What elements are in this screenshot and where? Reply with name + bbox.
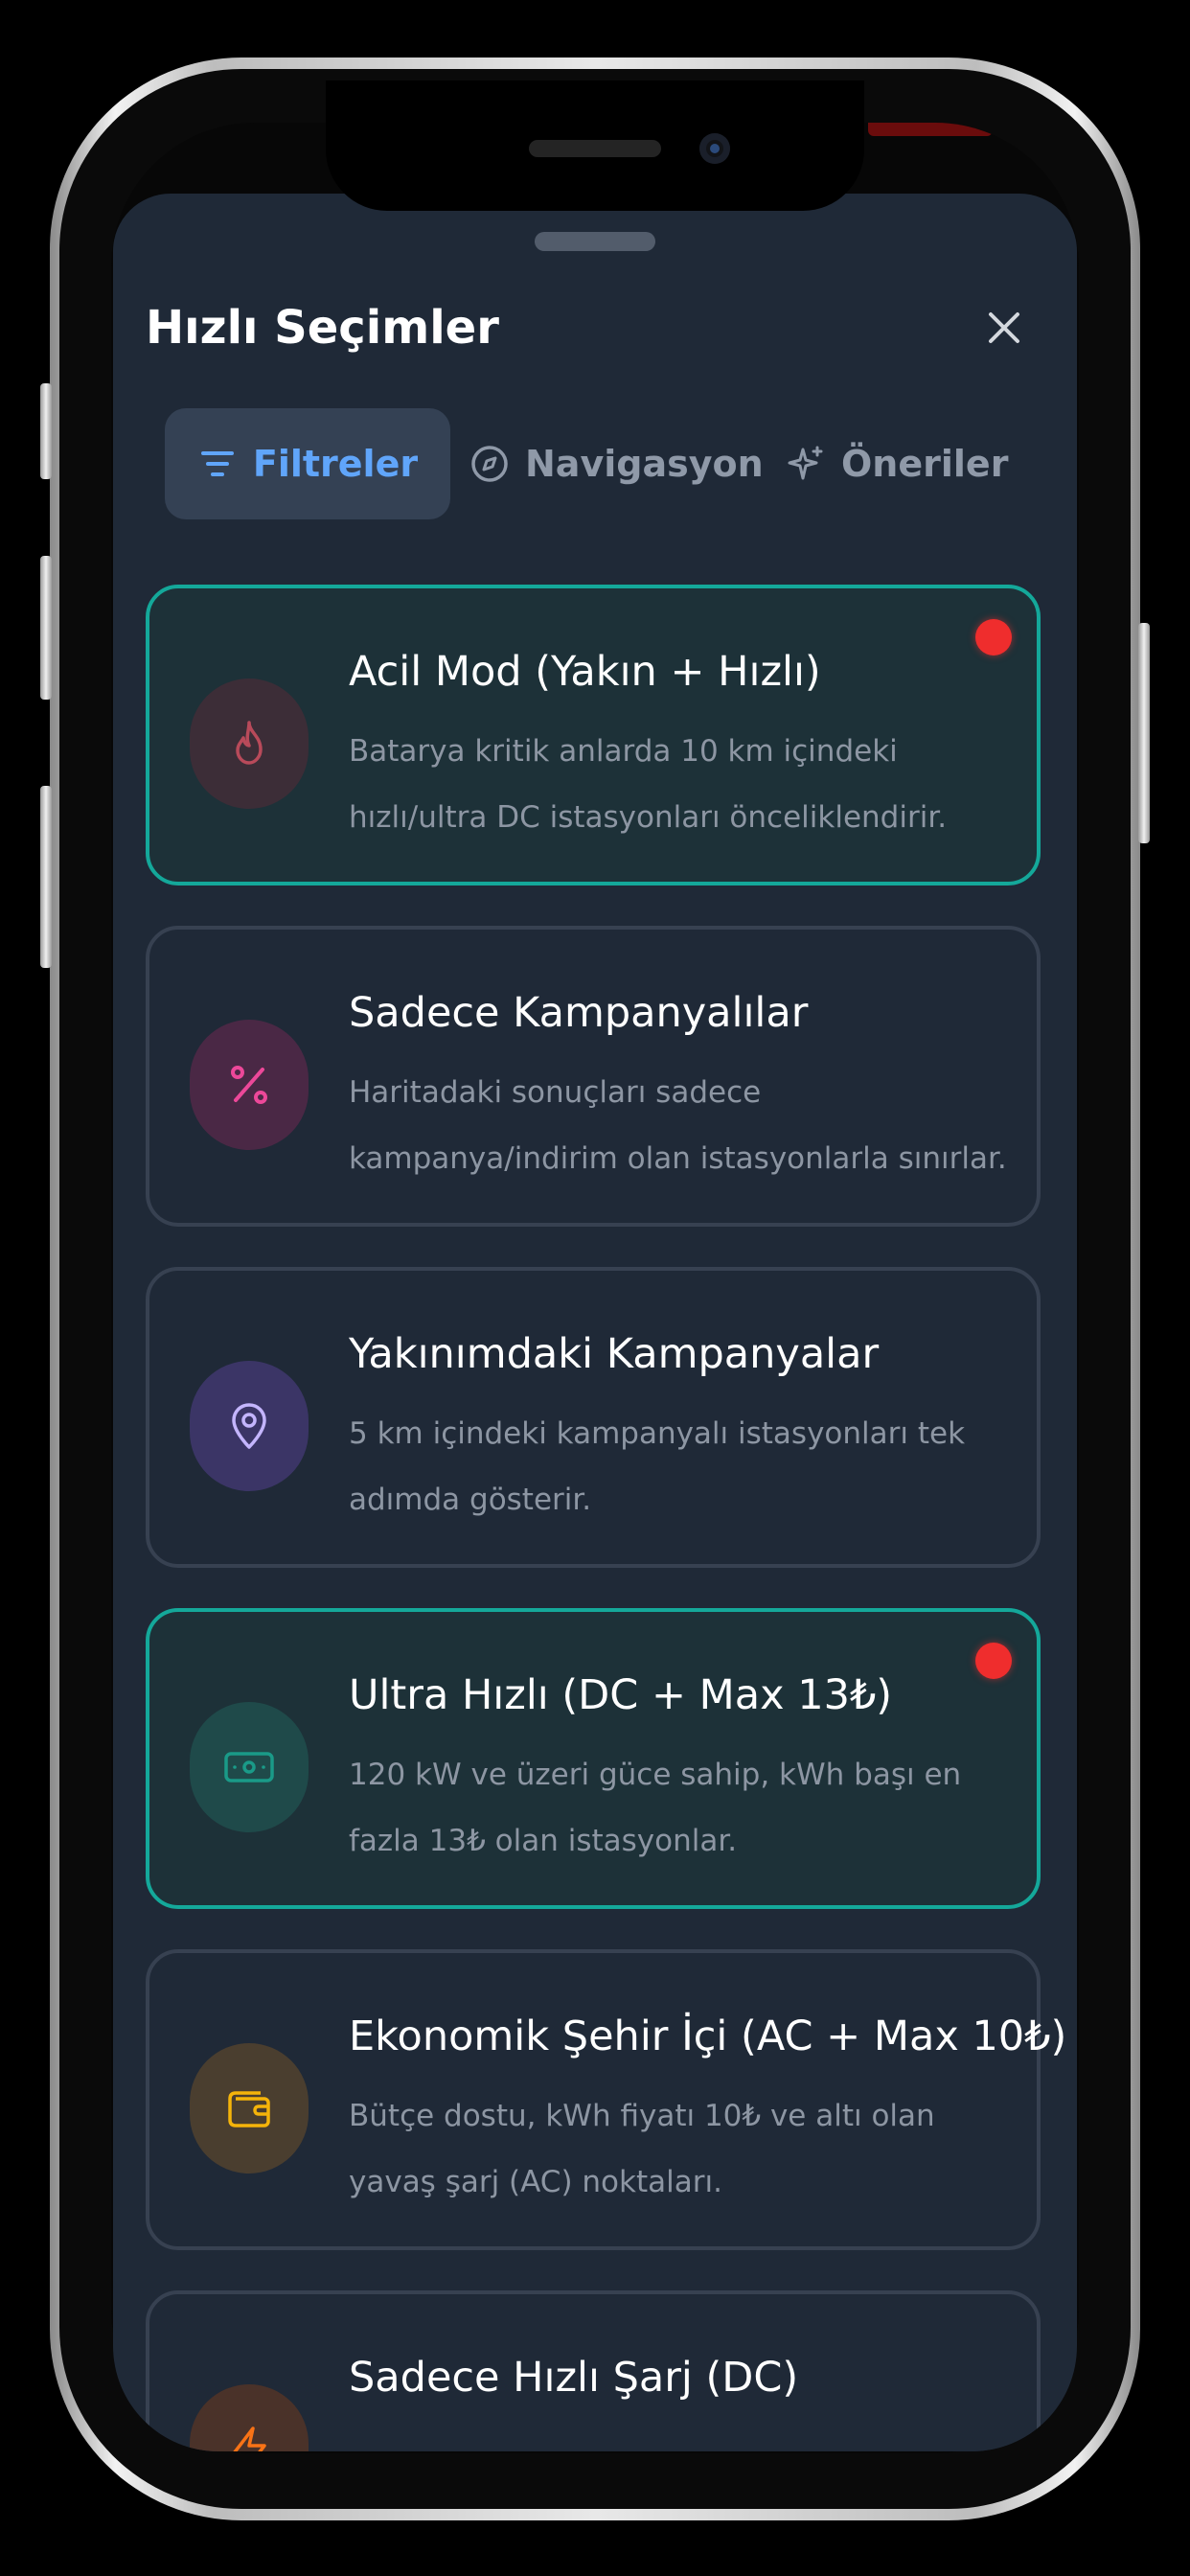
option-card-sadece-kampanyalilar[interactable]: Sadece Kampanyalılar Haritadaki sonuçlar… [146, 926, 1041, 1227]
option-card-yakinimdaki-kampanyalar[interactable]: Yakınımdaki Kampanyalar 5 km içindeki ka… [146, 1267, 1041, 1568]
side-button-power [1138, 623, 1150, 843]
card-title: Yakınımdaki Kampanyalar [349, 1330, 880, 1378]
card-icon-circle [190, 678, 309, 809]
side-button-silent [40, 383, 52, 479]
card-title: Ultra Hızlı (DC + Max 13₺) [349, 1671, 893, 1719]
zap-icon [233, 2426, 266, 2451]
card-title: Sadece Kampanyalılar [349, 989, 809, 1037]
side-button-volume-down [40, 786, 52, 968]
flame-icon [236, 721, 263, 765]
tab-bar: Filtreler Navigasyon Öneriler [165, 408, 1027, 521]
speaker-grille [529, 140, 661, 157]
option-card-acil-mod[interactable]: Acil Mod (Yakın + Hızlı) Batarya kritik … [146, 585, 1041, 886]
banknote-icon [224, 1752, 274, 1782]
card-description: Bütçe dostu, kWh fiyatı 10₺ ve altı olan… [349, 2099, 935, 2199]
map-pin-icon [232, 1403, 266, 1449]
sparkles-icon [786, 444, 826, 484]
card-icon-circle [190, 1702, 309, 1832]
quick-select-sheet: Hızlı Seçimler Filtreler Navigasyon Öner… [113, 194, 1077, 2451]
card-title: Acil Mod (Yakın + Hızlı) [349, 648, 821, 696]
selected-indicator [975, 1643, 1012, 1679]
option-card-ekonomik-sehir-ici[interactable]: Ekonomik Şehir İçi (AC + Max 10₺) Bütçe … [146, 1949, 1066, 2250]
close-button[interactable] [975, 299, 1033, 356]
card-icon-circle [190, 2043, 309, 2174]
sheet-title: Hızlı Seçimler [146, 301, 499, 355]
card-icon-circle [190, 2384, 309, 2451]
card-icon-circle [190, 1020, 309, 1150]
card-title: Ekonomik Şehir İçi (AC + Max 10₺) [349, 2012, 1067, 2060]
tab-label: Navigasyon [525, 443, 764, 485]
close-icon [989, 312, 1019, 343]
wallet-icon [228, 2091, 270, 2128]
percent-icon [231, 1066, 267, 1104]
option-card-sadece-hizli-sarj[interactable]: Sadece Hızlı Şarj (DC) [146, 2290, 1041, 2451]
card-description: 120 kW ve üzeri güce sahip, kWh başı en … [349, 1758, 962, 1858]
card-description: 5 km içindeki kampanyalı istasyonları te… [349, 1416, 966, 1517]
tab-label: Öneriler [841, 443, 1009, 485]
front-camera [699, 133, 730, 164]
side-button-volume-up [40, 556, 52, 700]
sheet-grabber[interactable] [535, 232, 655, 251]
card-description: Batarya kritik anlarda 10 km içindeki hı… [349, 734, 948, 835]
tab-label: Filtreler [252, 443, 419, 485]
selected-indicator [975, 619, 1012, 656]
card-icon-circle [190, 1361, 309, 1491]
card-description: Haritadaki sonuçları sadece kampanya/ind… [349, 1075, 1007, 1176]
status-indicator [868, 123, 993, 136]
filter-icon [197, 444, 238, 484]
tab-navigasyon[interactable]: Navigasyon [469, 408, 764, 519]
notch [326, 80, 864, 211]
option-card-ultra-hizli[interactable]: Ultra Hızlı (DC + Max 13₺) 120 kW ve üze… [146, 1608, 1041, 1909]
tab-oneriler[interactable]: Öneriler [786, 408, 1016, 519]
compass-icon [469, 444, 510, 484]
card-title: Sadece Hızlı Şarj (DC) [349, 2354, 799, 2402]
tab-filtreler[interactable]: Filtreler [165, 408, 450, 519]
